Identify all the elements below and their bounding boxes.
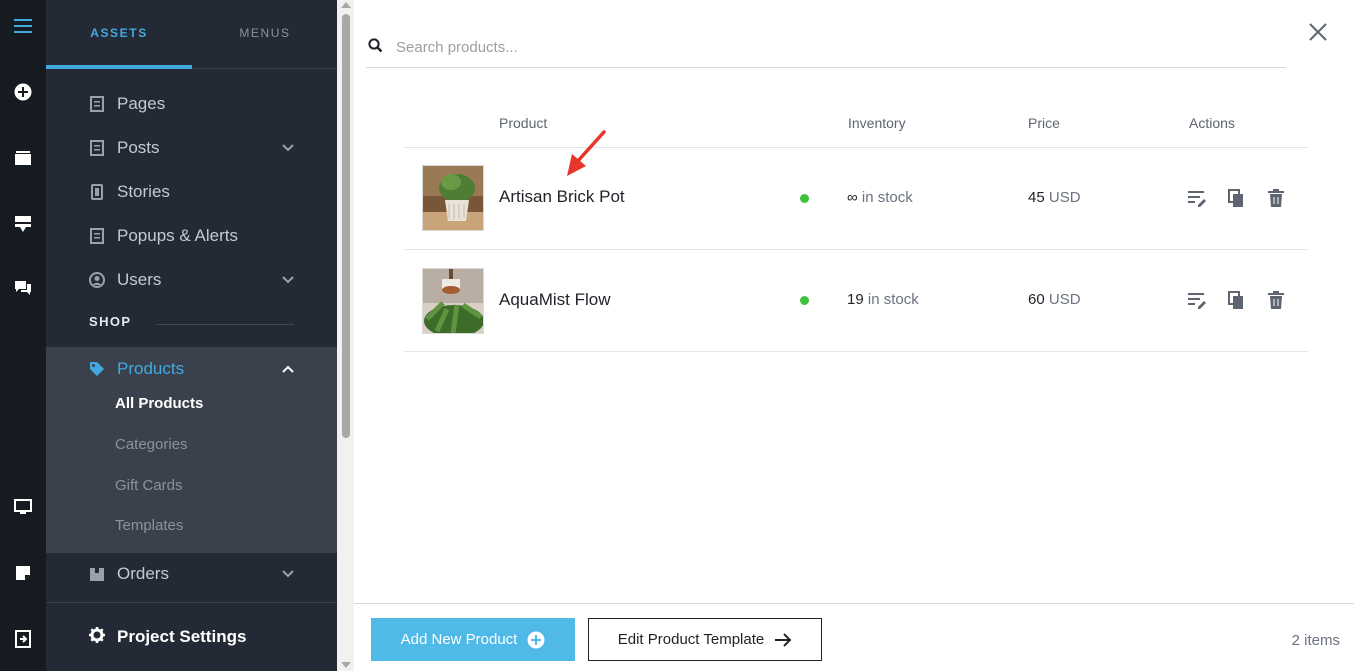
price-cell: 45 USD (1028, 189, 1081, 206)
duplicate-icon[interactable] (1225, 289, 1247, 311)
status-dot (800, 296, 809, 305)
inventory-unit: in stock (867, 291, 919, 308)
column-header-inventory: Inventory (848, 115, 906, 131)
comments-icon[interactable] (0, 268, 46, 308)
sidebar-item-pages[interactable]: Pages (46, 82, 337, 126)
price-currency: USD (1048, 291, 1081, 308)
products-group: Products All Products Categories Gift Ca… (46, 347, 337, 553)
story-icon (89, 184, 105, 200)
inventory-value: 19 (847, 291, 864, 308)
page-icon (89, 140, 105, 156)
sidebar-item-label: Orders (117, 564, 169, 583)
sections-icon[interactable] (0, 204, 46, 244)
sidebar-item-stories[interactable]: Stories (46, 170, 337, 214)
scroll-down-arrow-icon[interactable] (341, 662, 351, 668)
sidebar-item-posts[interactable]: Posts (46, 126, 337, 170)
section-label-shop: SHOP (89, 314, 132, 329)
price-currency: USD (1048, 189, 1081, 206)
trash-icon[interactable] (1265, 187, 1287, 209)
project-settings-label: Project Settings (117, 627, 247, 646)
edit-product-template-label: Edit Product Template (617, 631, 765, 648)
sidebar-item-label: Products (117, 359, 185, 378)
product-name[interactable]: AquaMist Flow (499, 290, 610, 310)
assets-sidebar: ASSETS MENUS Pages Posts Stories Popups … (46, 0, 337, 671)
products-panel: Product Inventory Price Actions Artisan … (354, 0, 1354, 671)
layers-icon[interactable] (0, 138, 46, 178)
scroll-up-arrow-icon[interactable] (341, 2, 351, 8)
chevron-up-icon[interactable] (282, 363, 294, 375)
search-input[interactable] (396, 36, 1246, 58)
edit-icon[interactable] (1186, 289, 1208, 311)
add-new-product-button[interactable]: Add New Product (371, 618, 575, 661)
sidebar-item-label: Posts (117, 138, 160, 157)
box-icon (89, 566, 105, 582)
subnav-all-products[interactable]: All Products (115, 395, 203, 412)
panel-footer: Add New Product Edit Product Template 2 … (354, 603, 1354, 671)
add-new-product-label: Add New Product (400, 631, 518, 648)
item-count: 2 items (1291, 632, 1340, 649)
product-thumbnail[interactable] (422, 268, 484, 334)
sidebar-item-users[interactable]: Users (46, 258, 337, 302)
edit-product-template-button[interactable]: Edit Product Template (588, 618, 822, 661)
note-icon[interactable] (0, 553, 46, 593)
page-icon (89, 228, 105, 244)
chevron-down-icon[interactable] (282, 142, 294, 154)
inventory-cell: ∞ in stock (847, 189, 913, 206)
price-cell: 60 USD (1028, 291, 1081, 308)
trash-icon[interactable] (1265, 289, 1287, 311)
subnav-templates[interactable]: Templates (115, 517, 183, 534)
sidebar-item-label: Stories (117, 182, 170, 201)
column-header-price: Price (1028, 115, 1060, 131)
chevron-down-icon[interactable] (282, 568, 294, 580)
arrow-right-icon (775, 632, 792, 647)
page-icon (89, 96, 105, 112)
subnav-gift-cards[interactable]: Gift Cards (115, 477, 183, 494)
tab-assets[interactable]: ASSETS (46, 0, 192, 66)
sidebar-scrollbar[interactable] (337, 0, 354, 671)
active-tab-indicator (46, 65, 192, 69)
status-dot (800, 194, 809, 203)
search-bar (366, 28, 1286, 68)
inventory-unit: in stock (861, 189, 913, 206)
table-row[interactable]: Artisan Brick Pot ∞ in stock 45 USD (404, 148, 1308, 249)
product-thumbnail[interactable] (422, 165, 484, 231)
sidebar-tabs: ASSETS MENUS (46, 0, 337, 69)
row-divider (404, 351, 1308, 352)
tag-icon (89, 361, 105, 377)
column-header-actions: Actions (1189, 115, 1235, 131)
desktop-icon[interactable] (0, 487, 46, 527)
user-circle-icon (89, 272, 105, 288)
inventory-value: ∞ (847, 189, 858, 206)
tab-menus[interactable]: MENUS (192, 0, 338, 66)
inventory-cell: 19 in stock (847, 291, 919, 308)
gear-icon (89, 626, 105, 648)
price-value: 60 (1028, 291, 1045, 308)
subnav-categories[interactable]: Categories (115, 436, 188, 453)
search-icon (368, 38, 383, 58)
price-value: 45 (1028, 189, 1045, 206)
project-settings-link[interactable]: Project Settings (46, 617, 337, 657)
column-header-product: Product (499, 115, 548, 131)
sidebar-item-products[interactable]: Products (46, 347, 337, 391)
sidebar-item-orders[interactable]: Orders (46, 552, 337, 596)
duplicate-icon[interactable] (1225, 187, 1247, 209)
sidebar-item-label: Users (117, 270, 162, 289)
scrollbar-thumb[interactable] (342, 14, 350, 438)
table-row[interactable]: AquaMist Flow 19 in stock 60 USD (404, 250, 1308, 351)
add-circle-icon (527, 631, 545, 648)
menu-icon[interactable] (0, 6, 46, 46)
sidebar-divider (46, 602, 337, 603)
sidebar-item-label: Popups & Alerts (117, 226, 238, 245)
section-divider (156, 324, 294, 325)
close-icon[interactable] (1306, 20, 1330, 44)
icon-rail (0, 0, 46, 671)
add-circle-icon[interactable] (0, 72, 46, 112)
edit-icon[interactable] (1186, 187, 1208, 209)
sidebar-item-label: Pages (117, 94, 166, 113)
sidebar-item-popups[interactable]: Popups & Alerts (46, 214, 337, 258)
exit-icon[interactable] (0, 619, 46, 659)
annotation-arrow-icon (567, 130, 606, 176)
product-name[interactable]: Artisan Brick Pot (499, 187, 625, 207)
chevron-down-icon[interactable] (282, 274, 294, 286)
